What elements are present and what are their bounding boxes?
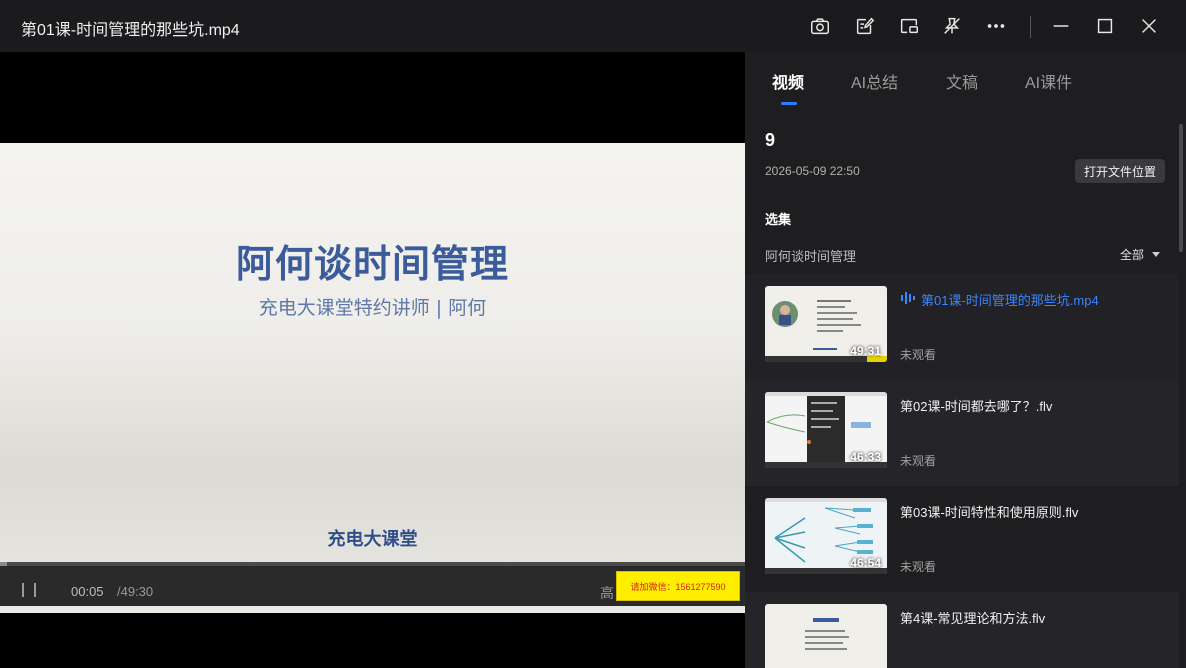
window-title: 第01课-时间管理的那些坑.mp4 bbox=[21, 22, 240, 39]
close-icon[interactable] bbox=[1135, 12, 1163, 40]
video-player[interactable]: 阿何谈时间管理 充电大课堂特约讲师 | 阿何 充电大课堂 00:05 /49:3… bbox=[0, 52, 745, 668]
episode-thumbnail: 49:31 bbox=[765, 286, 887, 362]
maximize-icon[interactable] bbox=[1091, 12, 1119, 40]
video-date: 2026-05-09 22:50 bbox=[765, 164, 860, 178]
episode-duration: 49:31 bbox=[850, 344, 881, 358]
episode-item[interactable]: 第4课-常见理论和方法.flv bbox=[745, 592, 1179, 668]
chevron-down-icon bbox=[1152, 252, 1161, 257]
slide-subtitle: 充电大课堂特约讲师 | 阿何 bbox=[258, 297, 487, 319]
pause-icon[interactable] bbox=[22, 583, 36, 597]
episode-thumbnail: 46:33 bbox=[765, 392, 887, 468]
episode-title: 第03课-时间特性和使用原则.flv bbox=[900, 505, 1079, 520]
slide-footer: 充电大课堂 bbox=[327, 529, 418, 550]
picture-in-picture-icon[interactable] bbox=[895, 12, 923, 40]
total-time: /49:30 bbox=[117, 584, 154, 599]
camera-icon[interactable] bbox=[806, 12, 834, 40]
slide-title: 阿何谈时间管理 bbox=[235, 242, 509, 286]
mute-pin-icon[interactable] bbox=[938, 12, 966, 40]
tab-ai-summary[interactable]: AI总结 bbox=[851, 69, 898, 93]
filter-dropdown[interactable]: 全部 bbox=[1120, 246, 1161, 263]
course-name: 阿何谈时间管理 bbox=[765, 249, 857, 264]
current-time: 00:05 bbox=[71, 584, 104, 599]
side-panel: 视频 AI总结 文稿 AI课件 9 2026-05-09 22:50 打开文件位… bbox=[745, 52, 1186, 668]
episode-duration: 46:54 bbox=[850, 556, 881, 570]
video-frame: 阿何谈时间管理 充电大课堂特约讲师 | 阿何 充电大课堂 bbox=[0, 143, 745, 613]
more-icon[interactable] bbox=[982, 12, 1010, 40]
active-tab-indicator bbox=[781, 102, 797, 105]
episode-item[interactable]: 46:54 第03课-时间特性和使用原则.flv 未观看 bbox=[745, 486, 1179, 592]
episode-item[interactable]: 46:33 第02课-时间都去哪了？.flv 未观看 bbox=[745, 380, 1179, 486]
episode-title: 第01课-时间管理的那些坑.mp4 bbox=[921, 293, 1099, 308]
tab-ai-courseware[interactable]: AI课件 bbox=[1025, 69, 1072, 93]
filter-label: 全部 bbox=[1120, 248, 1145, 262]
episode-title: 第4课-常见理论和方法.flv bbox=[900, 611, 1046, 626]
episode-thumbnail: 46:54 bbox=[765, 498, 887, 574]
episode-duration: 46:33 bbox=[850, 450, 881, 464]
watch-status: 未观看 bbox=[900, 348, 937, 362]
audio-wave-icon bbox=[901, 292, 915, 304]
panel-tabs: 视频 AI总结 文稿 AI课件 bbox=[745, 52, 1186, 108]
episode-title: 第02课-时间都去哪了？.flv bbox=[900, 399, 1053, 414]
watch-status: 未观看 bbox=[900, 454, 937, 468]
note-edit-icon[interactable] bbox=[851, 12, 879, 40]
selection-heading: 选集 bbox=[765, 212, 792, 227]
title-bar: 第01课-时间管理的那些坑.mp4 bbox=[0, 0, 1186, 52]
tab-transcript[interactable]: 文稿 bbox=[946, 69, 978, 93]
ad-banner: 请加微信：1561277590 bbox=[616, 571, 740, 601]
quality-button[interactable]: 高 bbox=[600, 583, 614, 603]
watch-status: 未观看 bbox=[900, 560, 937, 574]
open-file-location-button[interactable]: 打开文件位置 bbox=[1075, 159, 1165, 183]
scrollbar[interactable] bbox=[1179, 124, 1183, 252]
title-bar-divider bbox=[1030, 16, 1031, 38]
episode-thumbnail bbox=[765, 604, 887, 668]
tab-video[interactable]: 视频 bbox=[772, 69, 804, 93]
episode-item[interactable]: 49:31 第01课-时间管理的那些坑.mp4 未观看 bbox=[745, 274, 1179, 380]
video-name: 9 bbox=[765, 130, 776, 150]
minimize-icon[interactable] bbox=[1047, 12, 1075, 40]
